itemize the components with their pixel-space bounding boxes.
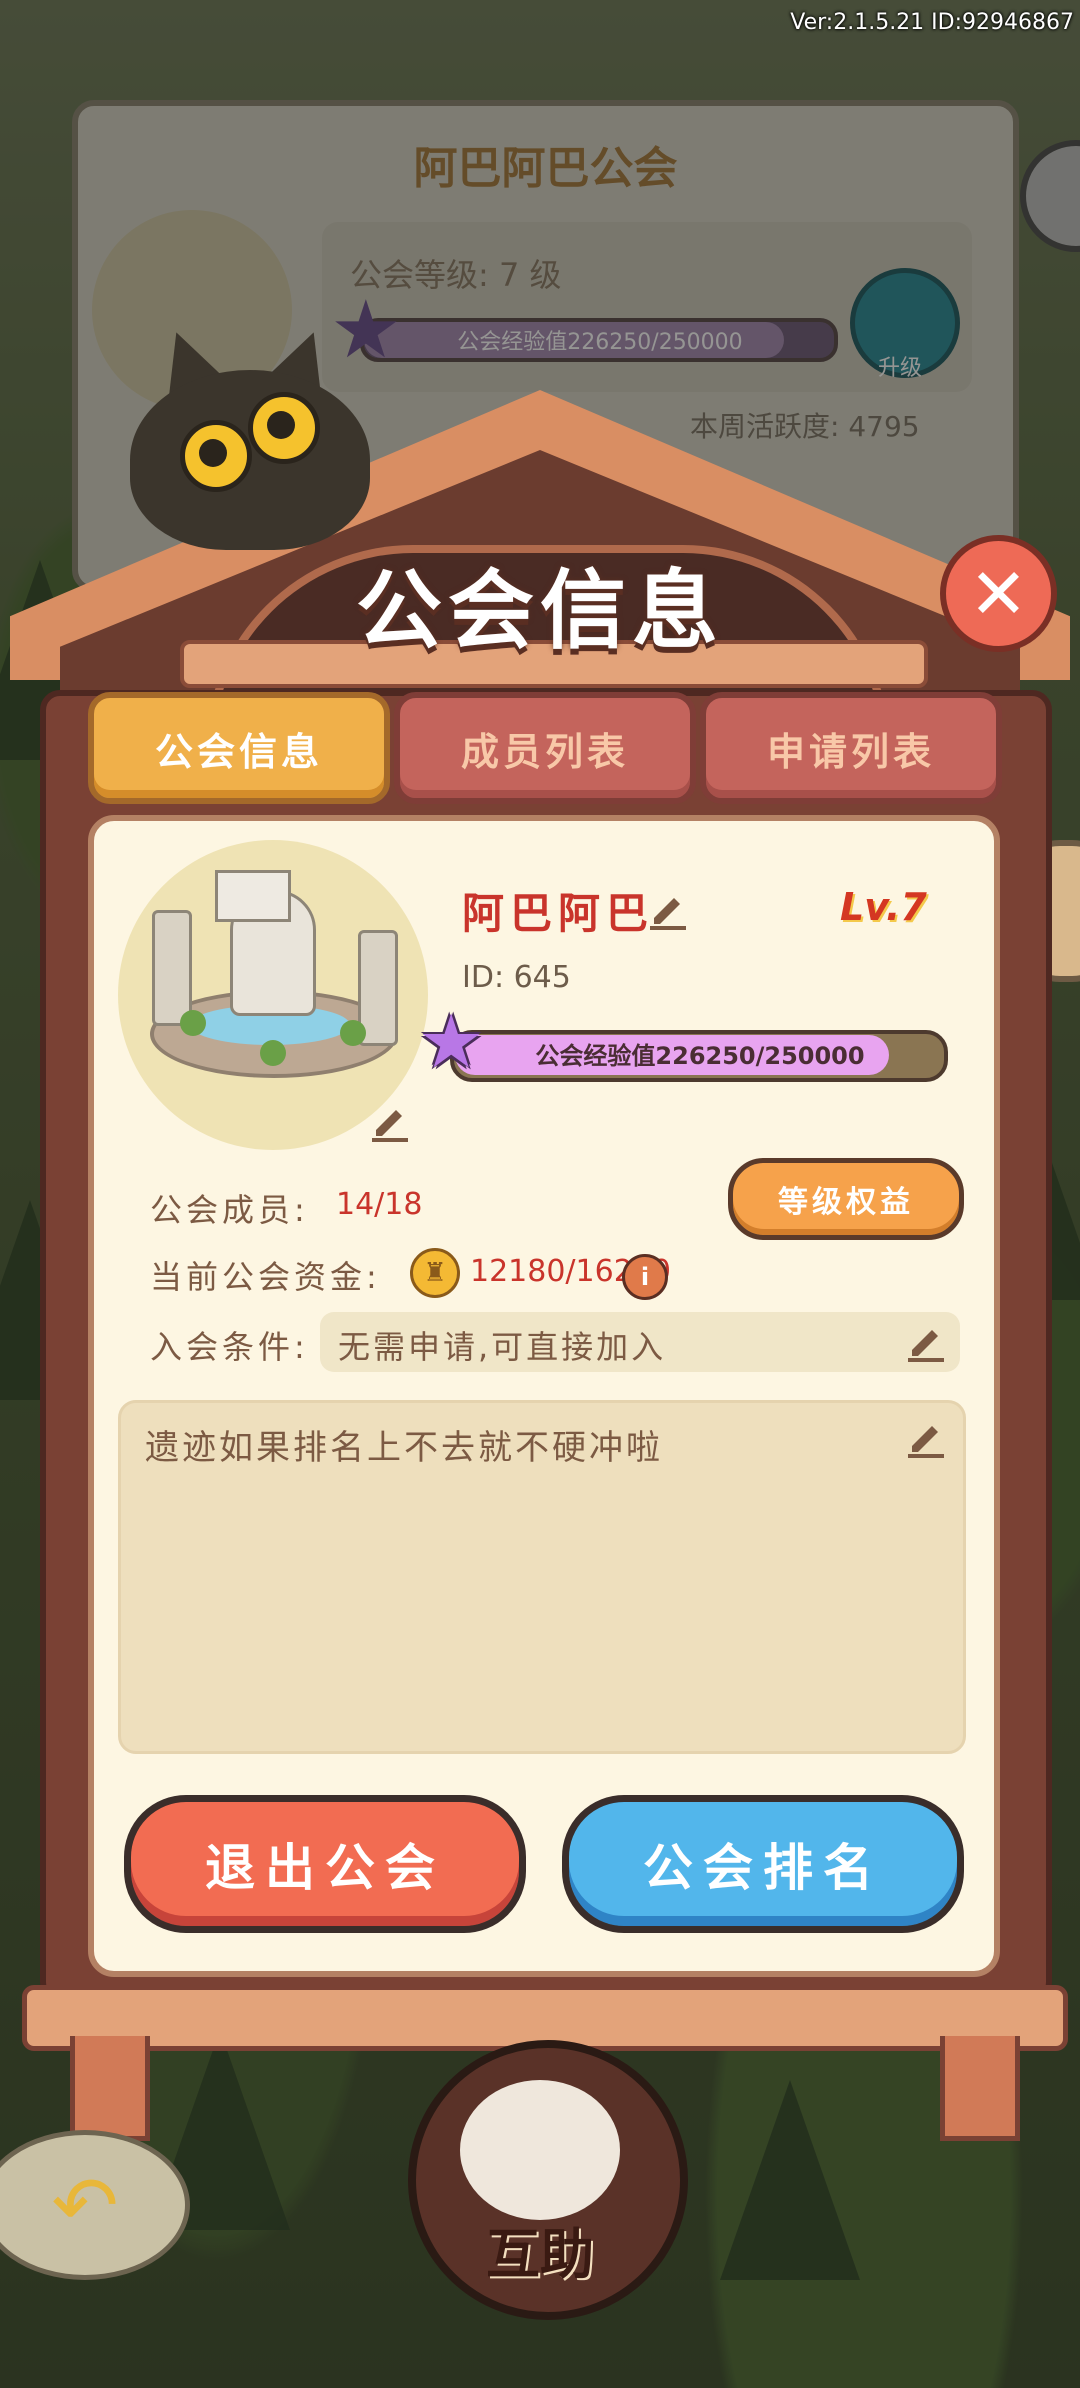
emblem-vine	[260, 1040, 286, 1066]
cat-eye-icon	[248, 392, 320, 464]
funds-label: 当前公会资金:	[150, 1258, 381, 1296]
tab-guild-info[interactable]: 公会信息	[88, 692, 390, 804]
close-x-icon: ✕	[969, 552, 1028, 635]
exit-guild-button[interactable]: 退出公会	[124, 1795, 526, 1933]
edit-name-icon[interactable]	[646, 888, 690, 932]
exp-bar-text: 公会经验值226250/250000	[535, 1042, 865, 1070]
version-text: Ver:2.1.5.21 ID:92946867	[790, 10, 1074, 35]
level-benefits-button[interactable]: 等级权益	[728, 1158, 964, 1240]
info-icon[interactable]: i	[622, 1254, 668, 1300]
close-button[interactable]: ✕	[940, 535, 1057, 652]
guild-notice-text: 遗迹如果排名上不去就不硬冲啦	[145, 1428, 663, 1468]
edit-notice-icon[interactable]	[904, 1416, 948, 1460]
guild-id: ID: 645	[462, 960, 571, 995]
popup-title: 公会信息	[356, 561, 724, 661]
edit-emblem-icon[interactable]	[368, 1100, 412, 1144]
tab-application-list[interactable]: 申请列表	[700, 692, 1002, 804]
join-condition-value: 无需申请,可直接加入	[338, 1328, 667, 1366]
guild-level-badge: Lv.7	[840, 885, 927, 929]
star-icon: ★	[418, 999, 485, 1085]
guild-name: 阿巴阿巴	[462, 889, 655, 938]
condition-label: 入会条件:	[150, 1328, 309, 1366]
cat-eye-icon	[180, 420, 252, 492]
popup-leg	[70, 2036, 150, 2141]
emblem-vine	[180, 1010, 206, 1036]
coin-icon: ♜	[410, 1248, 460, 1298]
popup-leg	[940, 2036, 1020, 2141]
members-label: 公会成员:	[150, 1191, 309, 1229]
edit-condition-icon[interactable]	[904, 1320, 948, 1364]
guild-ranking-button[interactable]: 公会排名	[562, 1795, 964, 1933]
mutual-help-label: 互助	[486, 2223, 594, 2286]
emblem-vine	[340, 1020, 366, 1046]
paw-icon	[460, 2080, 620, 2220]
members-value: 14/18	[336, 1187, 423, 1222]
emblem-pillar	[152, 910, 192, 1026]
tab-member-list[interactable]: 成员列表	[394, 692, 696, 804]
emblem-flag	[215, 870, 291, 922]
